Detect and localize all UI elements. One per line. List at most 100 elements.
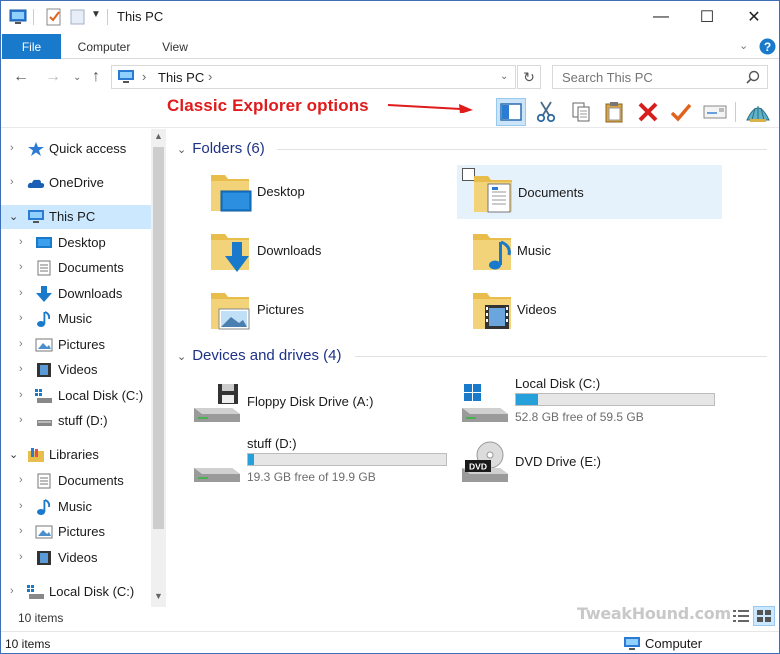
paste-icon: [605, 102, 623, 123]
tiles-view-icon: [757, 610, 771, 622]
nav-item-lib-documents[interactable]: › Documents: [1, 469, 151, 493]
expand-chevron-icon[interactable]: ›: [19, 525, 23, 537]
folder-tile-music[interactable]: Music: [457, 224, 722, 278]
folder-tile-documents[interactable]: Documents: [457, 165, 722, 219]
scroll-down-icon[interactable]: ▼: [154, 591, 163, 601]
drive-dvd-e[interactable]: DVD DVD Drive (E:): [435, 434, 715, 490]
collapse-chevron-icon[interactable]: ⌄: [9, 448, 18, 461]
new-folder-icon[interactable]: [69, 8, 87, 26]
drive-local-disk-c[interactable]: Local Disk (C:) 52.8 GB free of 59.5 GB: [435, 374, 715, 430]
devices-group-header[interactable]: ⌄ Devices and drives (4): [177, 347, 341, 364]
status-bar: 10 items Computer: [1, 631, 779, 653]
nav-item-onedrive[interactable]: › OneDrive: [1, 171, 151, 195]
large-icons-view-button[interactable]: [753, 606, 775, 626]
nav-item-lib-music[interactable]: › Music: [1, 495, 151, 519]
expand-chevron-icon[interactable]: ›: [19, 312, 23, 324]
nav-item-downloads[interactable]: › Downloads: [1, 282, 151, 306]
nav-item-desktop[interactable]: › Desktop: [1, 231, 151, 255]
qat-dropdown-icon[interactable]: ▼: [91, 9, 101, 20]
group-collapse-icon[interactable]: ⌄: [177, 351, 186, 363]
window-title: This PC: [117, 9, 164, 24]
nav-item-pictures[interactable]: › Pictures: [1, 333, 151, 357]
drive-floppy-a[interactable]: Floppy Disk Drive (A:): [167, 374, 447, 430]
expand-chevron-icon[interactable]: ›: [19, 261, 23, 273]
collapse-chevron-icon[interactable]: ⌄: [9, 210, 18, 223]
paste-button[interactable]: [599, 98, 629, 126]
nav-item-lib-videos[interactable]: › Videos: [1, 546, 151, 570]
address-dropdown-icon[interactable]: ⌄: [500, 71, 508, 82]
back-arrow-icon[interactable]: ←: [13, 68, 29, 86]
nav-item-videos[interactable]: › Videos: [1, 358, 151, 382]
folder-tile-desktop[interactable]: Desktop: [177, 165, 442, 219]
properties-icon[interactable]: [45, 8, 63, 26]
settings-button[interactable]: [743, 98, 773, 126]
nav-item-quick-access[interactable]: › Quick access: [1, 137, 151, 161]
expand-chevron-icon[interactable]: ›: [10, 176, 14, 188]
expand-chevron-icon[interactable]: ›: [19, 363, 23, 375]
expand-chevron-icon[interactable]: ›: [10, 142, 14, 154]
nav-item-local-disk-c[interactable]: › Local Disk (C:): [1, 384, 151, 408]
expand-chevron-icon[interactable]: ›: [19, 500, 23, 512]
nav-item-label: Pictures: [58, 337, 105, 352]
search-icon[interactable]: [746, 70, 760, 84]
nav-item-label: Documents: [58, 260, 124, 275]
breadcrumb-this-pc[interactable]: This PC: [158, 70, 204, 85]
copy-button[interactable]: [566, 98, 596, 126]
tab-view[interactable]: View: [149, 34, 201, 59]
group-title: Devices and drives (4): [192, 347, 342, 364]
folder-tile-videos[interactable]: Videos: [457, 283, 722, 337]
folder-tile-downloads[interactable]: Downloads: [177, 224, 442, 278]
expand-chevron-icon[interactable]: ›: [19, 414, 23, 426]
cut-button[interactable]: [531, 98, 561, 126]
windows-drive-icon: [27, 585, 44, 599]
tab-computer[interactable]: Computer: [67, 34, 141, 59]
folders-group-header[interactable]: ⌄ Folders (6): [177, 140, 265, 157]
nav-item-count: 10 items: [18, 611, 64, 625]
close-button[interactable]: ✕: [731, 1, 777, 33]
forward-arrow-icon[interactable]: →: [45, 68, 61, 86]
up-arrow-icon[interactable]: ↑: [92, 68, 100, 86]
delete-button[interactable]: [633, 98, 663, 126]
expand-chevron-icon[interactable]: ›: [19, 389, 23, 401]
nav-item-music[interactable]: › Music: [1, 307, 151, 331]
help-icon[interactable]: ?: [759, 38, 776, 55]
search-input[interactable]: [553, 66, 743, 88]
nav-item-stuff-d[interactable]: › stuff (D:): [1, 409, 151, 433]
email-button[interactable]: [700, 98, 730, 126]
address-bar[interactable]: › This PC › ⌄: [111, 65, 516, 89]
group-collapse-icon[interactable]: ⌄: [177, 144, 186, 156]
expand-chevron-icon[interactable]: ›: [19, 236, 23, 248]
expand-chevron-icon[interactable]: ›: [19, 338, 23, 350]
breadcrumb-separator[interactable]: ›: [208, 69, 212, 84]
status-location: Computer: [645, 636, 703, 651]
nav-item-label: Music: [58, 311, 92, 326]
expand-ribbon-icon[interactable]: ⌄: [739, 39, 748, 52]
breadcrumb-separator[interactable]: ›: [142, 69, 146, 84]
tab-file[interactable]: File: [2, 34, 61, 59]
nav-scrollbar-thumb[interactable]: [153, 147, 164, 529]
folder-tile-pictures[interactable]: Pictures: [177, 283, 442, 337]
nav-item-lib-pictures[interactable]: › Pictures: [1, 520, 151, 544]
navigation-pane-button[interactable]: [496, 98, 526, 126]
nav-item-documents[interactable]: › Documents: [1, 256, 151, 280]
nav-item-this-pc[interactable]: ⌄ This PC: [1, 205, 151, 229]
refresh-icon: ↻: [523, 68, 535, 85]
scroll-up-icon[interactable]: ▲: [154, 131, 163, 141]
film-icon: [37, 551, 51, 565]
minimize-button[interactable]: —: [638, 1, 684, 33]
properties-button[interactable]: [666, 98, 696, 126]
drive-usage-fill: [248, 454, 254, 465]
nav-item-libraries[interactable]: ⌄ Libraries: [1, 443, 151, 467]
expand-chevron-icon[interactable]: ›: [19, 474, 23, 486]
nav-item-network-local-disk[interactable]: › Local Disk (C:): [1, 580, 151, 604]
expand-chevron-icon[interactable]: ›: [19, 551, 23, 563]
drive-stuff-d[interactable]: stuff (D:) 19.3 GB free of 19.9 GB: [167, 434, 447, 490]
maximize-button[interactable]: ☐: [684, 1, 730, 33]
details-view-icon[interactable]: [733, 609, 749, 623]
computer-icon[interactable]: [9, 8, 27, 26]
windows-drive-icon: [35, 389, 52, 403]
expand-chevron-icon[interactable]: ›: [19, 287, 23, 299]
expand-chevron-icon[interactable]: ›: [10, 585, 14, 597]
recent-chevron-icon[interactable]: ⌄: [73, 72, 81, 83]
refresh-button[interactable]: ↻: [517, 65, 541, 89]
